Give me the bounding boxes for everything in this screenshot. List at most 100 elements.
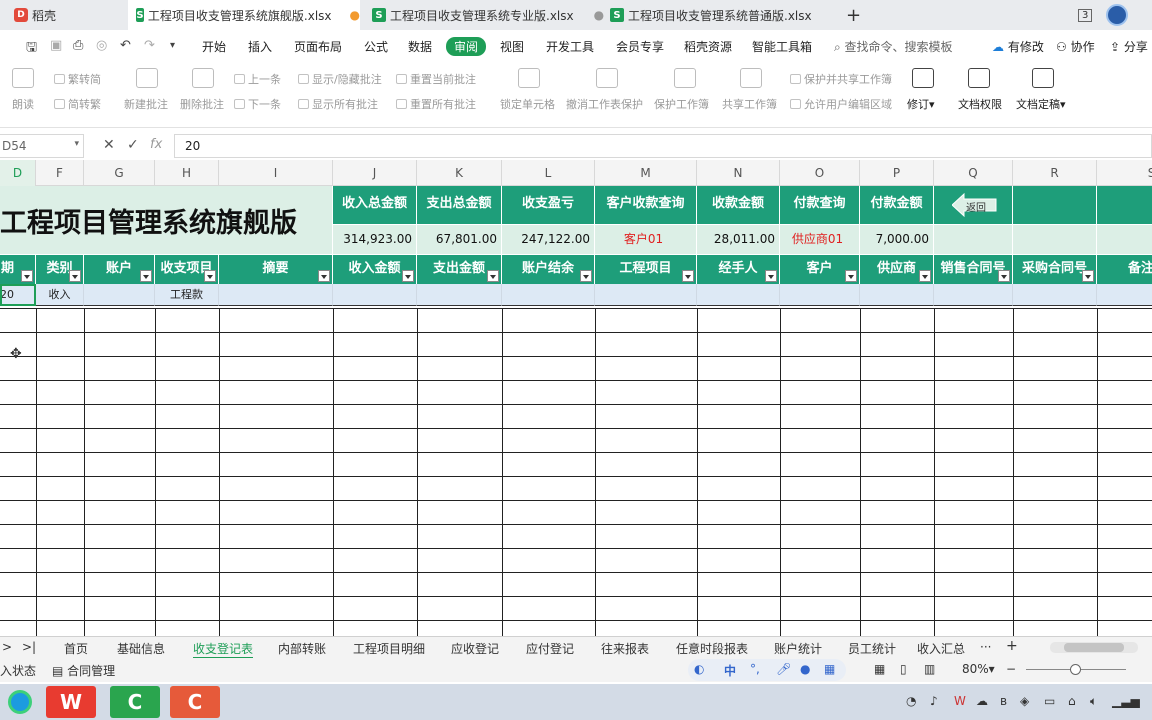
tab-count-badge[interactable]: 3	[1078, 0, 1093, 30]
microphone-tray-icon[interactable]: ♪	[930, 694, 938, 708]
column-header-m[interactable]: M	[595, 160, 697, 186]
filter-dropdown-icon[interactable]	[487, 270, 499, 282]
tab-flagship-xlsx[interactable]: S 工程项目收支管理系统旗舰版.xlsx ●	[128, 0, 360, 30]
signal-icon[interactable]: ▁▃▅	[1112, 694, 1140, 708]
page-break-view-icon[interactable]: ▥	[924, 662, 935, 676]
sheet-tab-period-report[interactable]: 任意时段报表	[676, 640, 748, 657]
formula-input[interactable]: 20	[174, 134, 1152, 158]
display-icon[interactable]: ▭	[1044, 694, 1055, 708]
filter-dropdown-icon[interactable]	[140, 270, 152, 282]
tab-pro-xlsx[interactable]: S 工程项目收支管理系统专业版.xlsx ●	[372, 0, 604, 30]
summary-receipts[interactable]: 28,011.00	[697, 224, 780, 254]
menu-item-view[interactable]: 视图	[500, 38, 524, 55]
filter-dropdown-icon[interactable]	[1082, 270, 1094, 282]
filter-dropdown-icon[interactable]	[998, 270, 1010, 282]
menu-item-data[interactable]: 数据	[408, 38, 432, 55]
filter-dropdown-icon[interactable]	[402, 270, 414, 282]
menu-item-home[interactable]: 开始	[202, 38, 226, 55]
prev-sheet-icon[interactable]: >	[2, 640, 12, 654]
cell-date-selected[interactable]: 20	[0, 284, 36, 306]
contract-manage-button[interactable]: ▤ 合同管理	[52, 662, 115, 679]
lock-cell-button[interactable]: 锁定单元格	[500, 96, 555, 112]
command-search[interactable]: ⌕ 查找命令、搜索模板	[834, 38, 953, 55]
filter-dropdown-icon[interactable]	[580, 270, 592, 282]
tab-basic-xlsx[interactable]: S 工程项目收支管理系统普通版.xlsx	[610, 0, 812, 30]
confirm-icon[interactable]: ✓	[127, 137, 139, 153]
menu-item-docer[interactable]: 稻壳资源	[684, 38, 732, 55]
cell-handler[interactable]	[697, 284, 780, 306]
edge-browser-icon[interactable]	[0, 686, 40, 718]
spreadsheet-app-icon[interactable]: C	[110, 686, 160, 718]
normal-view-icon[interactable]: ▦	[874, 662, 885, 676]
share-button[interactable]: ⇪ 分享	[1110, 38, 1148, 55]
filter-dropdown-icon[interactable]	[318, 270, 330, 282]
menu-item-insert[interactable]: 插入	[248, 38, 272, 55]
filter-dropdown-icon[interactable]	[682, 270, 694, 282]
filter-dropdown-icon[interactable]	[204, 270, 216, 282]
has-changes-button[interactable]: ☁ 有修改	[992, 38, 1044, 55]
new-tab-button[interactable]: +	[846, 0, 861, 30]
sheet-tab-income-summary[interactable]: 收入汇总	[917, 640, 965, 657]
punctuation-icon[interactable]: °,	[750, 662, 760, 676]
menu-item-member[interactable]: 会员专享	[616, 38, 664, 55]
redo-icon[interactable]: ↷	[144, 38, 155, 53]
delete-comment-button[interactable]: 删除批注	[180, 96, 224, 112]
wps-tray-icon[interactable]: W	[954, 694, 966, 708]
user-icon[interactable]: ●	[800, 662, 810, 676]
cell-expense[interactable]	[417, 284, 502, 306]
filter-dropdown-icon[interactable]	[765, 270, 777, 282]
column-header-q[interactable]: Q	[934, 160, 1013, 186]
ime-tray-icon[interactable]: ◔	[906, 694, 916, 708]
microphone-icon[interactable]: 🎤︎	[776, 662, 791, 676]
bluetooth-icon[interactable]: ʙ	[1000, 694, 1007, 708]
presentation-app-icon[interactable]: C	[170, 686, 220, 718]
menu-item-page-layout[interactable]: 页面布局	[294, 38, 342, 55]
unprotect-sheet-button[interactable]: 撤消工作表保护	[566, 96, 643, 112]
filter-dropdown-icon[interactable]	[21, 270, 33, 282]
volume-icon[interactable]: 🔈︎	[1090, 694, 1097, 709]
cell-summary[interactable]	[219, 284, 333, 306]
collaborate-button[interactable]: ⚇ 协作	[1056, 38, 1095, 55]
sheet-tab-transfer[interactable]: 内部转账	[278, 640, 326, 657]
tab-docer[interactable]: D 稻壳	[14, 0, 56, 30]
column-header-d[interactable]: D	[0, 160, 36, 186]
zoom-level[interactable]: 80%▾	[962, 662, 995, 676]
save-icon[interactable]: 🖫	[26, 38, 37, 60]
column-header-f[interactable]: F	[36, 160, 84, 186]
last-sheet-icon[interactable]: >|	[22, 640, 36, 654]
filter-dropdown-icon[interactable]	[919, 270, 931, 282]
cell-notes[interactable]	[1097, 284, 1152, 306]
supplier-query-select[interactable]: 供应商01	[780, 224, 860, 254]
security-icon[interactable]: ◈	[1020, 694, 1029, 708]
reset-all-comments-button[interactable]: 重置所有批注	[396, 96, 476, 112]
column-header-h[interactable]: H	[155, 160, 219, 186]
trad-to-simp-button[interactable]: 繁转简	[54, 71, 101, 87]
cell-item[interactable]: 工程款	[155, 284, 219, 306]
sheet-tab-payables[interactable]: 应付登记	[526, 640, 574, 657]
cell-purchase-contract[interactable]	[1013, 284, 1097, 306]
doc-final-button[interactable]: 文档定稿▾	[1016, 96, 1066, 112]
menu-item-review[interactable]: 审阅	[446, 37, 487, 56]
column-header-n[interactable]: N	[697, 160, 780, 186]
column-header-o[interactable]: O	[780, 160, 860, 186]
export-icon[interactable]: ▣	[50, 38, 62, 53]
sheet-tab-ledger[interactable]: 收支登记表	[193, 640, 254, 659]
preview-icon[interactable]: ◎	[96, 38, 107, 53]
sheet-tab-project-detail[interactable]: 工程项目明细	[353, 640, 425, 657]
undo-icon[interactable]: ↶	[120, 38, 131, 53]
sheet-tab-base-info[interactable]: 基础信息	[117, 640, 165, 657]
function-icon[interactable]: fx	[150, 137, 162, 152]
customer-query-select[interactable]: 客户01	[595, 224, 697, 254]
cell-supplier[interactable]	[860, 284, 934, 306]
page-layout-view-icon[interactable]: ▯	[900, 662, 907, 676]
column-header-k[interactable]: K	[417, 160, 502, 186]
cancel-icon[interactable]: ✕	[103, 137, 115, 153]
menu-item-formula[interactable]: 公式	[364, 38, 388, 55]
share-workbook-button[interactable]: 共享工作簿	[722, 96, 777, 112]
ime-logo-icon[interactable]: ◐	[694, 662, 704, 676]
zoom-out-icon[interactable]: −	[1006, 662, 1016, 676]
reset-current-comment-button[interactable]: 重置当前批注	[396, 71, 476, 87]
column-header-l[interactable]: L	[502, 160, 595, 186]
summary-income-total[interactable]: 314,923.00	[333, 224, 417, 254]
column-header-g[interactable]: G	[84, 160, 155, 186]
